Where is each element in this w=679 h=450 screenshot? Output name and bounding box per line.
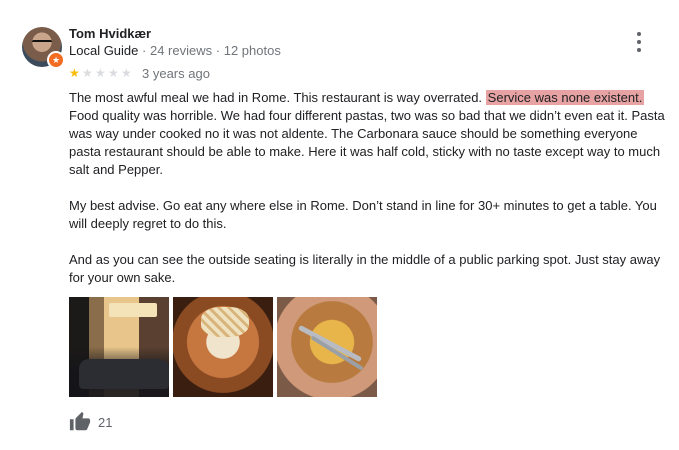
more-options-icon[interactable]	[630, 32, 648, 52]
star-icon: ★	[69, 66, 80, 80]
star-icon: ★	[95, 66, 106, 80]
restaurant-sign	[109, 303, 157, 317]
knife	[310, 335, 364, 371]
like-button[interactable]: 21	[69, 411, 112, 433]
review-time: 3 years ago	[142, 66, 210, 81]
menu-dot	[637, 32, 641, 36]
photo-outdoor-seating[interactable]	[69, 297, 169, 397]
avatar-glasses	[32, 40, 52, 48]
star-icon: ★	[108, 66, 119, 80]
star-icon: ★	[121, 66, 132, 80]
photo-pasta-bowl[interactable]	[173, 297, 273, 397]
like-count: 21	[98, 414, 113, 430]
pasta	[201, 307, 249, 337]
photos-count: 12 photos	[223, 43, 281, 58]
review-paragraph-2: My best advise. Go eat any where else in…	[69, 198, 657, 231]
menu-dot	[637, 48, 641, 52]
meta-separator: ·	[215, 43, 221, 58]
reviewer-meta: Local Guide · 24 reviews · 12 photos	[69, 43, 281, 58]
review-paragraph-1: The most awful meal we had in Rome. This…	[69, 89, 669, 179]
local-guide-badge-icon: ★	[47, 51, 65, 69]
parked-car	[79, 359, 169, 389]
star-rating: ★ ★ ★ ★ ★ 3 years ago	[69, 66, 210, 81]
review-paragraph-3: And as you can see the outside seating i…	[69, 252, 661, 285]
reviews-count: 24 reviews	[149, 43, 213, 58]
review-text-part: Food quality was horrible. We had four d…	[69, 108, 665, 177]
photo-carbonara-plate[interactable]	[277, 297, 377, 397]
meta-separator: ·	[142, 43, 147, 58]
local-guide-label: Local Guide	[69, 43, 139, 58]
thumbs-up-icon	[69, 411, 91, 431]
highlighted-phrase: Service was none existent.	[485, 90, 645, 105]
fork	[297, 324, 363, 363]
review-text: The most awful meal we had in Rome. This…	[69, 89, 669, 305]
reviewer-name[interactable]: Tom Hvidkær	[69, 26, 151, 41]
review-text-part: The most awful meal we had in Rome. This…	[69, 90, 486, 105]
menu-dot	[637, 40, 641, 44]
star-icon: ★	[82, 66, 93, 80]
